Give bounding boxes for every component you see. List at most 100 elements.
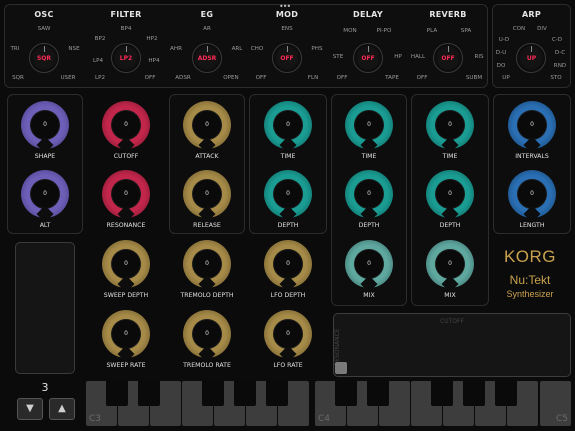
osc-option[interactable]: NSE <box>68 46 79 52</box>
key-label: C5 <box>555 414 568 424</box>
black-key[interactable] <box>367 381 389 406</box>
mod-depth-knob[interactable]: 0 DEPTH <box>260 166 316 232</box>
reverb-option[interactable]: SPA <box>461 28 471 34</box>
filter-option[interactable]: HP2 <box>146 36 157 42</box>
knob-label: SWEEP DEPTH <box>103 292 149 299</box>
sweep-depth-knob[interactable]: 0 SWEEP DEPTH <box>98 236 154 302</box>
black-key[interactable] <box>495 381 517 406</box>
delay-title: DELAY <box>353 10 383 19</box>
octave-up-button[interactable]: ▲ <box>49 398 75 420</box>
eg-option[interactable]: ARL <box>232 46 243 52</box>
knob-value: 0 <box>205 121 209 128</box>
delay-option[interactable]: MON <box>343 28 356 34</box>
filter-option[interactable]: BP4 <box>121 26 132 32</box>
arp-option[interactable]: RND <box>554 63 566 69</box>
black-key[interactable] <box>266 381 288 406</box>
mod-option[interactable]: ENS <box>281 26 292 32</box>
mod-time-knob[interactable]: 0 TIME <box>260 97 316 163</box>
knob-label: RELEASE <box>193 222 221 229</box>
reverb-type-selector[interactable]: REVERB PLA SPA HALL RIS OFF SUBM OFF <box>408 4 488 88</box>
osc-option[interactable]: SQR <box>12 75 24 81</box>
tremolo-depth-knob[interactable]: 0 TREMOLO DEPTH <box>179 236 235 302</box>
knob-value: 0 <box>124 121 128 128</box>
arp-option[interactable]: CON <box>513 26 526 32</box>
black-key[interactable] <box>431 381 453 406</box>
shape-knob[interactable]: 0 SHAPE <box>17 97 73 163</box>
arp-option[interactable]: C-D <box>552 37 562 43</box>
sweep-rate-knob[interactable]: 0 SWEEP RATE <box>98 306 154 372</box>
alt-knob[interactable]: 0 ALT <box>17 166 73 232</box>
black-key[interactable] <box>106 381 128 406</box>
delay-option[interactable]: OFF <box>337 75 348 81</box>
reverb-option[interactable]: SUBM <box>466 75 482 81</box>
eg-type-selector[interactable]: EG AR AHR ARL ADSR OPEN ADSR <box>167 4 247 88</box>
knob-value: 0 <box>124 330 128 337</box>
black-key[interactable] <box>335 381 357 406</box>
delay-depth-knob[interactable]: 0 DEPTH <box>341 166 397 232</box>
mod-option[interactable]: FLN <box>308 75 319 81</box>
cutoff-knob[interactable]: 0 CUTOFF <box>98 97 154 163</box>
eg-option[interactable]: AHR <box>170 46 182 52</box>
intervals-knob[interactable]: 0 INTERVALS <box>504 97 560 163</box>
knob-label: TREMOLO RATE <box>183 362 231 369</box>
delay-mix-knob[interactable]: 0 MIX <box>341 236 397 302</box>
octave-value: 3 <box>41 381 49 394</box>
eg-option[interactable]: AR <box>203 26 211 32</box>
black-key[interactable] <box>202 381 224 406</box>
filter-option[interactable]: LP2 <box>95 75 105 81</box>
mod-type-selector[interactable]: MOD ENS CHO PHS OFF FLN OFF <box>247 4 327 88</box>
lfo-rate-knob[interactable]: 0 LFO RATE <box>260 306 316 372</box>
piano-keyboard[interactable]: C3 C4 C5 <box>86 381 572 426</box>
black-key[interactable] <box>463 381 485 406</box>
length-knob[interactable]: 0 LENGTH <box>504 166 560 232</box>
attack-knob[interactable]: 0 ATTACK <box>179 97 235 163</box>
cutoff-resonance-xy-pad[interactable]: CUTOFF RESONANCE <box>333 313 571 377</box>
arp-option[interactable]: DO <box>497 63 506 69</box>
arp-type-selector[interactable]: ARP CON DIV U-D C-D D-U D-C DO RND UP ST… <box>492 4 571 88</box>
reverb-option[interactable]: PLA <box>427 28 437 34</box>
lfo-depth-knob[interactable]: 0 LFO DEPTH <box>260 236 316 302</box>
release-knob[interactable]: 0 RELEASE <box>179 166 235 232</box>
resonance-knob[interactable]: 0 RESONANCE <box>98 166 154 232</box>
osc-option[interactable]: TRI <box>11 46 20 52</box>
tremolo-rate-knob[interactable]: 0 TREMOLO RATE <box>179 306 235 372</box>
arp-option[interactable]: U-D <box>499 37 509 43</box>
knob-label: SWEEP RATE <box>106 362 146 369</box>
mod-option[interactable]: CHO <box>251 46 264 52</box>
arp-option[interactable]: DIV <box>537 26 547 32</box>
octave-down-button[interactable]: ▼ <box>17 398 43 420</box>
black-key[interactable] <box>138 381 160 406</box>
pitch-touch-pad[interactable] <box>15 242 75 374</box>
xy-pad-handle[interactable] <box>335 362 347 374</box>
black-key[interactable] <box>234 381 256 406</box>
knob-label: TIME <box>280 153 296 160</box>
knob-value: 0 <box>124 190 128 197</box>
eg-option[interactable]: ADSR <box>175 75 191 81</box>
reverb-mix-knob[interactable]: 0 MIX <box>422 236 478 302</box>
osc-option[interactable]: USER <box>60 75 75 81</box>
filter-option[interactable]: BP2 <box>95 36 106 42</box>
filter-type-selector[interactable]: FILTER BP4 BP2 HP2 LP4 HP4 LP2 OFF LP2 <box>86 4 166 88</box>
xy-x-axis-label: CUTOFF <box>440 318 464 325</box>
mod-option[interactable]: PHS <box>311 46 322 52</box>
knob-label: SHAPE <box>34 153 56 160</box>
osc-option[interactable]: SAW <box>38 26 51 32</box>
reverb-depth-knob[interactable]: 0 DEPTH <box>422 166 478 232</box>
triangle-up-icon: ▲ <box>58 403 66 414</box>
filter-option[interactable]: OFF <box>145 75 156 81</box>
white-key[interactable]: C5 <box>540 381 571 426</box>
arp-option[interactable]: STO <box>550 75 561 81</box>
reverb-time-knob[interactable]: 0 TIME <box>422 97 478 163</box>
osc-type-selector[interactable]: OSC SAW TRI NSE SQR USER SQR <box>4 4 84 88</box>
delay-time-knob[interactable]: 0 TIME <box>341 97 397 163</box>
mod-option[interactable]: OFF <box>256 75 267 81</box>
delay-option[interactable]: TAPE <box>385 75 399 81</box>
knob-value: 0 <box>43 190 47 197</box>
eg-option[interactable]: OPEN <box>223 75 239 81</box>
knob-label: TREMOLO DEPTH <box>180 292 234 299</box>
arp-option[interactable]: UP <box>502 75 509 81</box>
delay-type-selector[interactable]: DELAY MON PI-PO STE HP OFF TAPE OFF <box>328 4 408 88</box>
delay-option[interactable]: PI-PO <box>377 28 392 34</box>
reverb-option[interactable]: OFF <box>417 75 428 81</box>
knob-label: TIME <box>361 153 377 160</box>
